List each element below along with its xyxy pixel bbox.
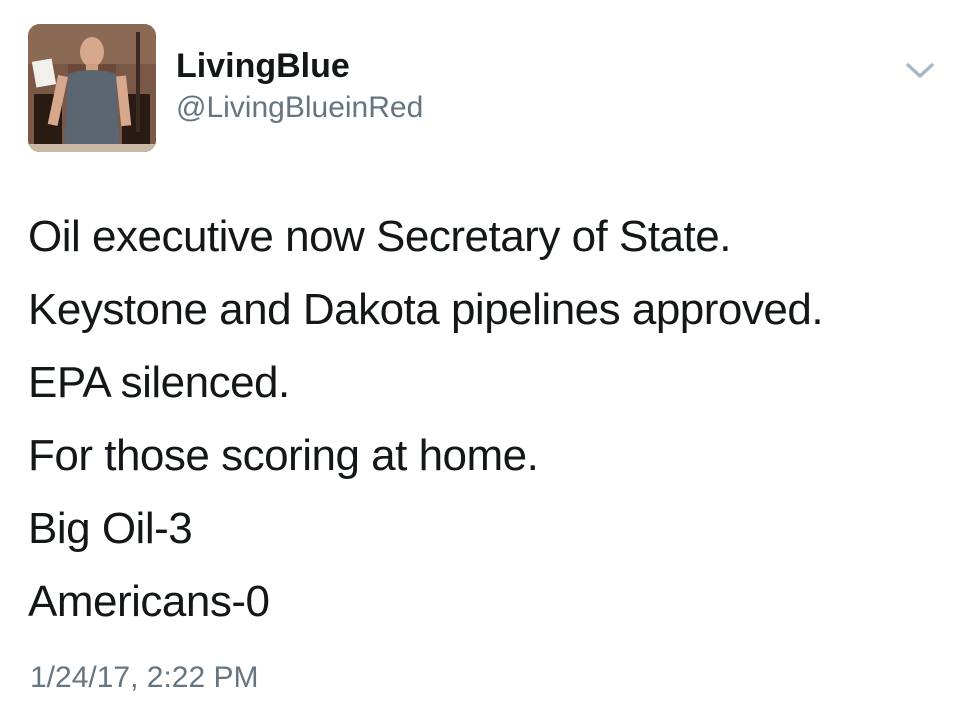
display-name[interactable]: LivingBlue	[176, 46, 423, 86]
chevron-down-icon[interactable]	[902, 56, 938, 84]
tweet-card: LivingBlue @LivingBlueinRed Oil executiv…	[0, 0, 960, 726]
user-handle[interactable]: @LivingBlueinRed	[176, 88, 423, 128]
avatar-image	[28, 24, 156, 152]
tweet-text-line: Keystone and Dakota pipelines approved.	[28, 285, 824, 334]
tweet-timestamp[interactable]: 1/24/17, 2:22 PM	[30, 656, 259, 700]
tweet-text-line: EPA silenced.	[28, 358, 290, 407]
tweet-text-line: Big Oil-3	[28, 504, 193, 553]
tweet-text-line: Americans-0	[28, 577, 270, 626]
tweet-text: Oil executive now Secretary of State. Ke…	[28, 200, 938, 638]
tweet-text-line: Oil executive now Secretary of State.	[28, 212, 731, 261]
tweet-header: LivingBlue @LivingBlueinRed	[28, 24, 938, 152]
tweet-text-line: For those scoring at home.	[28, 431, 539, 480]
avatar[interactable]	[28, 24, 156, 152]
user-names: LivingBlue @LivingBlueinRed	[176, 46, 423, 128]
